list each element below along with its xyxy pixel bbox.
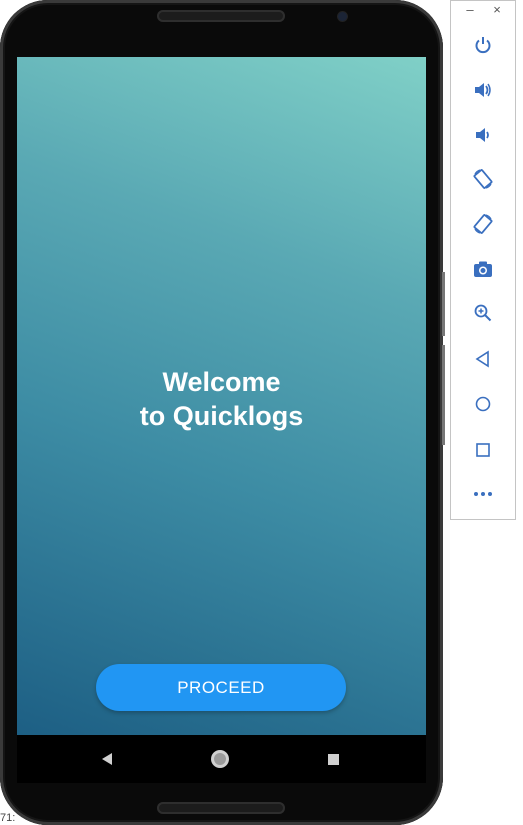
more-icon[interactable] [471,482,495,506]
app-screen: Welcome to Quicklogs PROCEED [17,57,426,735]
back-icon[interactable] [471,347,495,371]
top-speaker [157,10,285,22]
emulator-toolbar: – × [450,0,516,520]
android-nav-bar [17,735,426,783]
home-icon[interactable] [471,392,495,416]
overview-icon[interactable] [471,438,495,462]
welcome-line-1: Welcome [162,367,281,397]
close-button[interactable]: × [488,2,506,18]
back-triangle-icon[interactable] [95,747,119,771]
volume-up-icon[interactable] [471,78,495,102]
emulator-window: Welcome to Quicklogs PROCEED – × 71: [0,0,523,825]
side-button-power[interactable] [442,272,445,336]
welcome-line-2: to Quicklogs [139,401,304,431]
corner-clipped-text: 71: [0,812,16,824]
side-button-volume[interactable] [442,345,445,445]
camera-icon[interactable] [471,257,495,281]
rotate-right-icon[interactable] [471,212,495,236]
welcome-heading: Welcome to Quicklogs [17,365,426,433]
recents-square-icon[interactable] [321,747,345,771]
front-camera [338,12,347,21]
minimize-button[interactable]: – [461,2,479,18]
proceed-button[interactable]: PROCEED [96,664,346,711]
home-circle-icon[interactable] [208,747,232,771]
rotate-left-icon[interactable] [471,167,495,191]
power-icon[interactable] [471,33,495,57]
volume-down-icon[interactable] [471,123,495,147]
zoom-icon[interactable] [471,301,495,325]
bottom-speaker [157,802,285,814]
phone-frame: Welcome to Quicklogs PROCEED [0,0,445,825]
